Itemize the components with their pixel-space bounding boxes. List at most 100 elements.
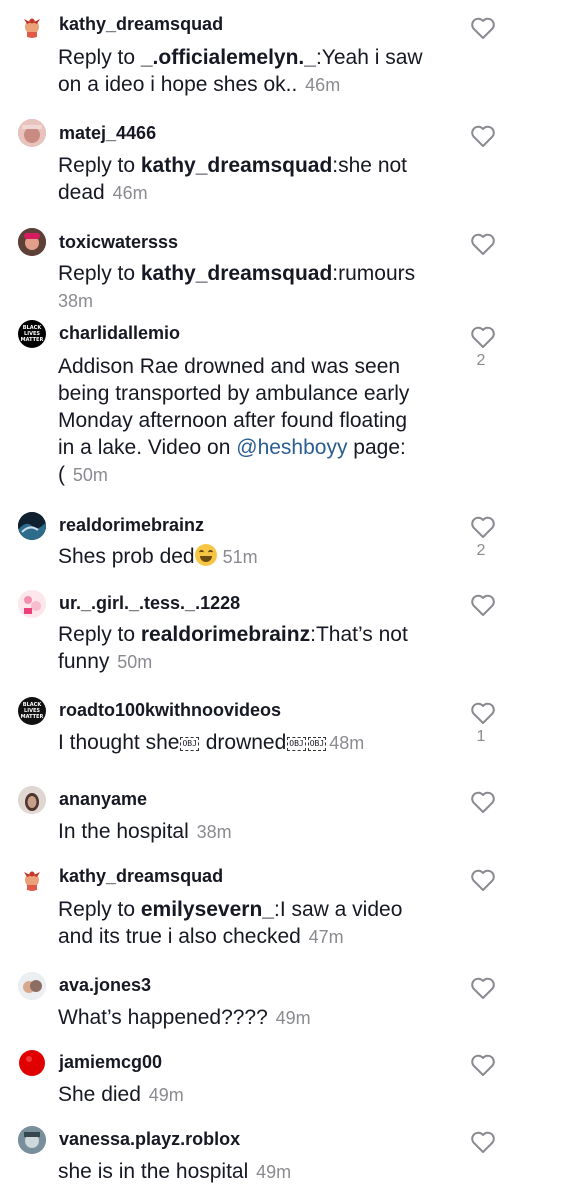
reply-prefix: Reply to [58,46,141,69]
heart-icon[interactable] [470,325,496,349]
comment-text-line: and its true i also checked [58,925,307,948]
comment-text-line: page: [347,436,406,459]
timestamp: 38m [196,822,232,842]
avatar[interactable] [18,786,46,814]
reply-prefix: Reply to [58,898,141,921]
heart-icon[interactable] [470,16,496,40]
mention[interactable]: _.officialemelyn._ [141,46,316,69]
comment-text-line: In the hospital [58,820,195,843]
mention[interactable]: kathy_dreamsquad [141,262,332,285]
heart-icon[interactable] [470,593,496,617]
avatar-text: MATTER [20,714,44,720]
heart-icon[interactable] [470,1130,496,1154]
comment-text: Reply to emilysevern_:I saw a video and … [58,896,458,951]
comment-text-line: on a ideo i hope shes ok.. [58,73,304,96]
comment-text: Shes prob ded 51m [58,543,458,571]
mention[interactable]: emilysevern_ [141,898,274,921]
timestamp: 50m [117,652,153,672]
comment-text: She died 49m [58,1081,458,1109]
comment-text-line: Monday afternoon after found floating [58,409,408,432]
timestamp: 49m [256,1162,292,1182]
comment-text-line: drowned [199,731,287,754]
avatar[interactable]: BLACK LIVES MATTER [18,320,46,348]
comment-text-line: funny [58,650,116,673]
crying-laughing-cat-emoji [194,544,217,566]
username[interactable]: charlidallemio [59,323,180,344]
comment-text-line: ( [58,463,71,486]
heart-icon[interactable] [470,868,496,892]
obj-placeholder-glyph: OBJ [287,737,306,751]
mention[interactable]: kathy_dreamsquad [141,154,332,177]
comment-text: Reply to kathy_dreamsquad:she not dead 4… [58,152,458,207]
comment-text: I thought she OBJ drowned OBJ OBJ 48m [58,729,458,757]
username[interactable]: vanessa.playz.roblox [59,1129,240,1150]
avatar[interactable] [18,228,46,256]
username[interactable]: kathy_dreamsquad [59,14,223,35]
username[interactable]: roadto100kwithnoovideos [59,700,281,721]
comment-text-line: being transported by ambulance early [58,382,410,405]
reply-prefix: Reply to [58,623,141,646]
avatar[interactable] [18,972,46,1000]
heart-icon[interactable] [470,701,496,725]
heart-icon[interactable] [470,976,496,1000]
username[interactable]: kathy_dreamsquad [59,866,223,887]
avatar[interactable] [18,1049,46,1077]
timestamp: 38m [58,291,94,311]
heart-icon[interactable] [470,1053,496,1077]
comment-text-line: dead [58,181,111,204]
timestamp: 51m [222,547,258,567]
timestamp: 49m [275,1008,311,1028]
comment-text: Addison Rae drowned and was seen being t… [58,353,458,489]
comment-text-line: What’s happened???? [58,1006,274,1029]
avatar[interactable] [18,119,46,147]
reply-prefix: Reply to [58,154,141,177]
comment-text-line: :she not [332,154,408,177]
reply-prefix: Reply to [58,262,141,285]
comment-text-line: :rumours [332,262,416,285]
comment-text: What’s happened???? 49m [58,1004,458,1032]
avatar[interactable]: BLACK LIVES MATTER [18,697,46,725]
heart-icon[interactable] [470,515,496,539]
comment-text-line: :Yeah i saw [315,46,423,69]
timestamp: 46m [112,183,148,203]
timestamp: 49m [148,1085,184,1105]
avatar-text: MATTER [20,337,44,343]
obj-placeholder-glyph: OBJ [180,737,199,751]
username[interactable]: ananyame [59,789,147,810]
avatar[interactable] [18,512,46,540]
like-count: 2 [476,352,486,369]
like-count: 1 [476,728,486,745]
username[interactable]: realdorimebrainz [59,515,204,536]
like-count: 2 [476,542,486,559]
comment-text-line: :That’s not [310,623,408,646]
mention[interactable]: realdorimebrainz [141,623,310,646]
obj-placeholder-glyph: OBJ [307,737,327,751]
avatar[interactable] [18,10,46,38]
comment-text: Reply to realdorimebrainz:That’s not fun… [58,621,458,676]
timestamp: 50m [72,465,108,485]
comment-text-line: Shes prob ded [58,545,195,568]
comment-text: she is in the hospital 49m [58,1158,458,1186]
timestamp: 46m [305,75,341,95]
avatar[interactable] [18,590,46,618]
avatar[interactable] [18,863,46,891]
comment-text-line: Addison Rae drowned and was seen [58,355,401,378]
mention-link[interactable]: @heshboyy [236,436,347,459]
comment-text: In the hospital 38m [58,818,458,846]
username[interactable]: jamiemcg00 [59,1052,162,1073]
username[interactable]: matej_4466 [59,123,156,144]
avatar[interactable] [18,1126,46,1154]
comment-text: Reply to kathy_dreamsquad:rumours 38m [58,260,458,315]
heart-icon[interactable] [470,124,496,148]
heart-icon[interactable] [470,232,496,256]
heart-icon[interactable] [470,790,496,814]
comment-text-line: I thought she [58,731,180,754]
comment-text-line: she is in the hospital [58,1160,255,1183]
comment-text-line: :I saw a video [273,898,403,921]
comment-text-line: She died [58,1083,147,1106]
timestamp: 47m [308,927,344,947]
username[interactable]: ava.jones3 [59,975,151,996]
username[interactable]: ur._.girl._.tess._.1228 [59,593,240,614]
username[interactable]: toxicwatersss [59,232,178,253]
comment-text-line: in a lake. Video on [58,436,237,459]
